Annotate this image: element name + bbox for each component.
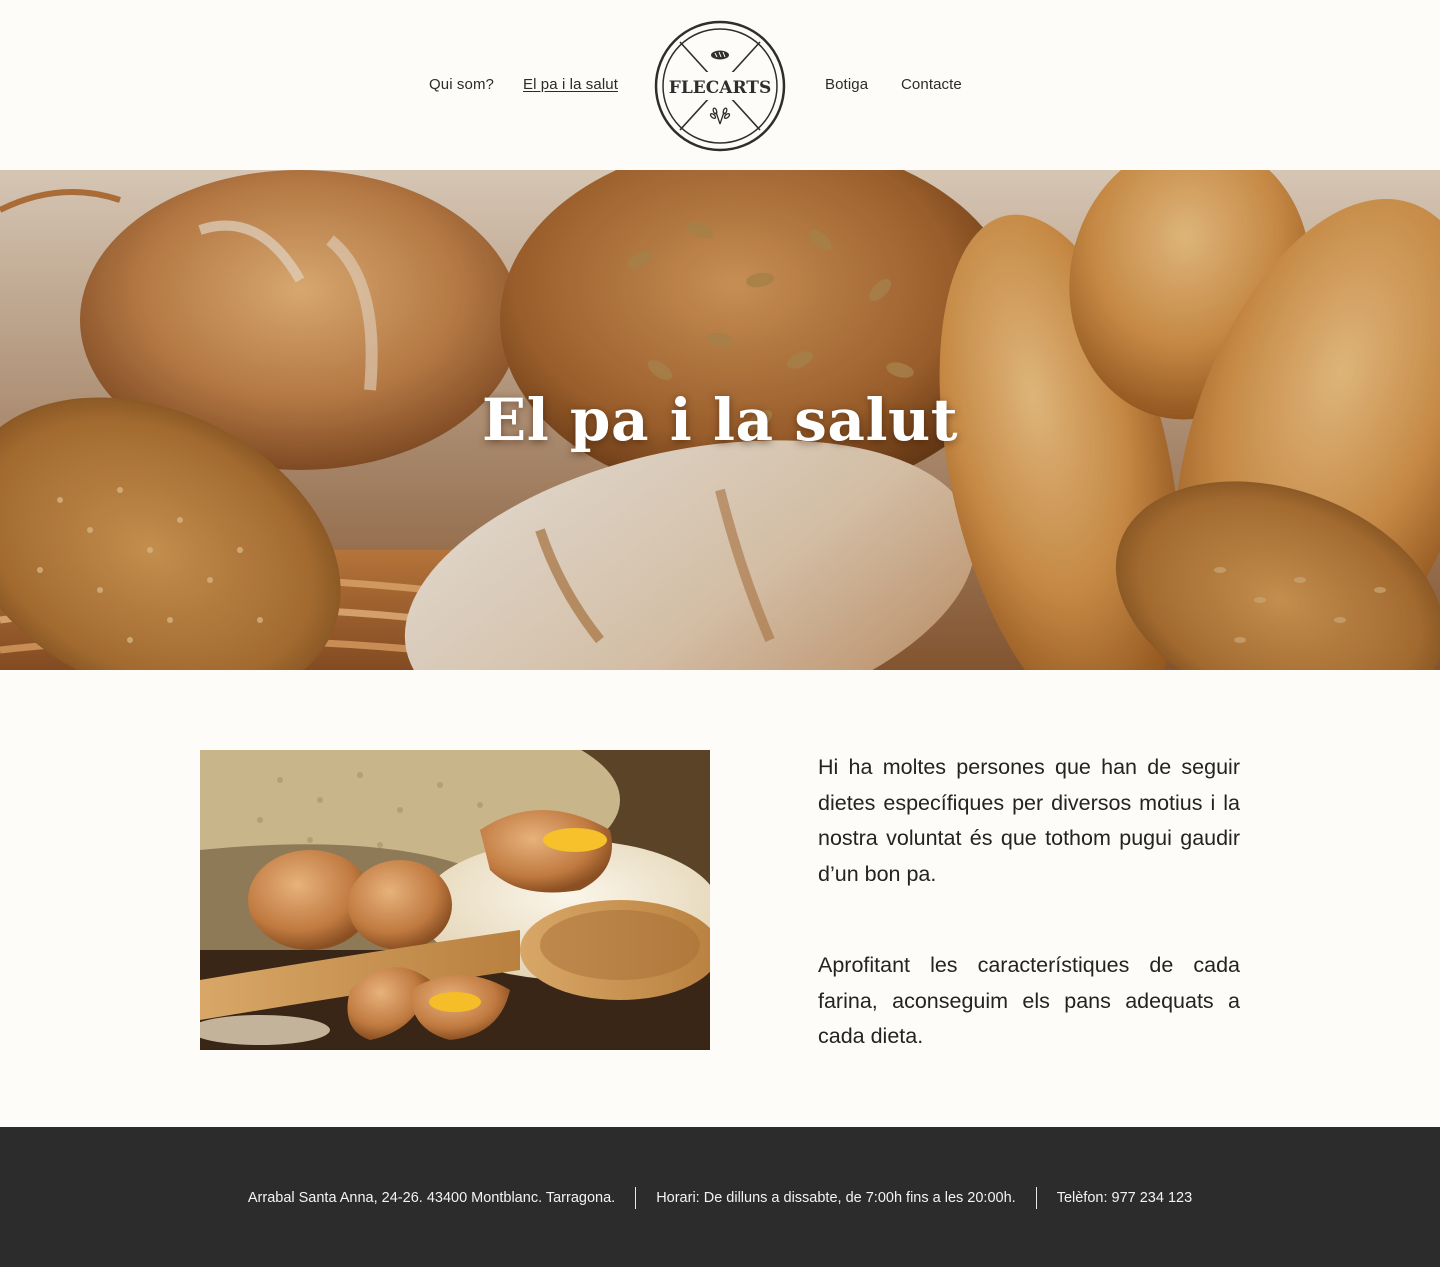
nav-link-el-pa-i-la-salut[interactable]: El pa i la salut — [523, 76, 618, 93]
intro-paragraph: Hi ha moltes persones que han de seguir … — [818, 755, 1240, 886]
footer-divider — [1035, 1187, 1037, 1209]
hero-banner: El pa i la salut — [0, 170, 1440, 670]
content-text: Hi ha moltes persones que han de seguir … — [818, 750, 1240, 1055]
nav-link-botiga[interactable]: Botiga — [825, 76, 868, 93]
footer-hours: Horari: De dilluns a dissabte, de 7:00h … — [656, 1190, 1016, 1206]
eggs-flour-image — [200, 750, 710, 1050]
hero-title: El pa i la salut — [481, 386, 959, 454]
wheat-icon — [709, 107, 731, 125]
footer-divider — [635, 1187, 637, 1209]
footer-phone[interactable]: Telèfon: 977 234 123 — [1057, 1190, 1192, 1206]
nav-link-contacte[interactable]: Contacte — [901, 76, 962, 93]
site-header: Qui som? El pa i la salut Botiga Contact… — [0, 0, 1440, 170]
nav-link-qui-som[interactable]: Qui som? — [429, 76, 494, 93]
footer-info-row: Arrabal Santa Anna, 24-26. 43400 Montbla… — [0, 1187, 1440, 1209]
bread-icon — [711, 50, 729, 60]
site-footer: Arrabal Santa Anna, 24-26. 43400 Montbla… — [0, 1127, 1440, 1267]
footer-address: Arrabal Santa Anna, 24-26. 43400 Montbla… — [247, 1190, 616, 1206]
site-logo[interactable]: FLECARTS — [654, 20, 786, 152]
logo-text: FLECARTS — [669, 78, 771, 98]
second-paragraph: Aprofitant les característiques de cada … — [818, 953, 1240, 1048]
